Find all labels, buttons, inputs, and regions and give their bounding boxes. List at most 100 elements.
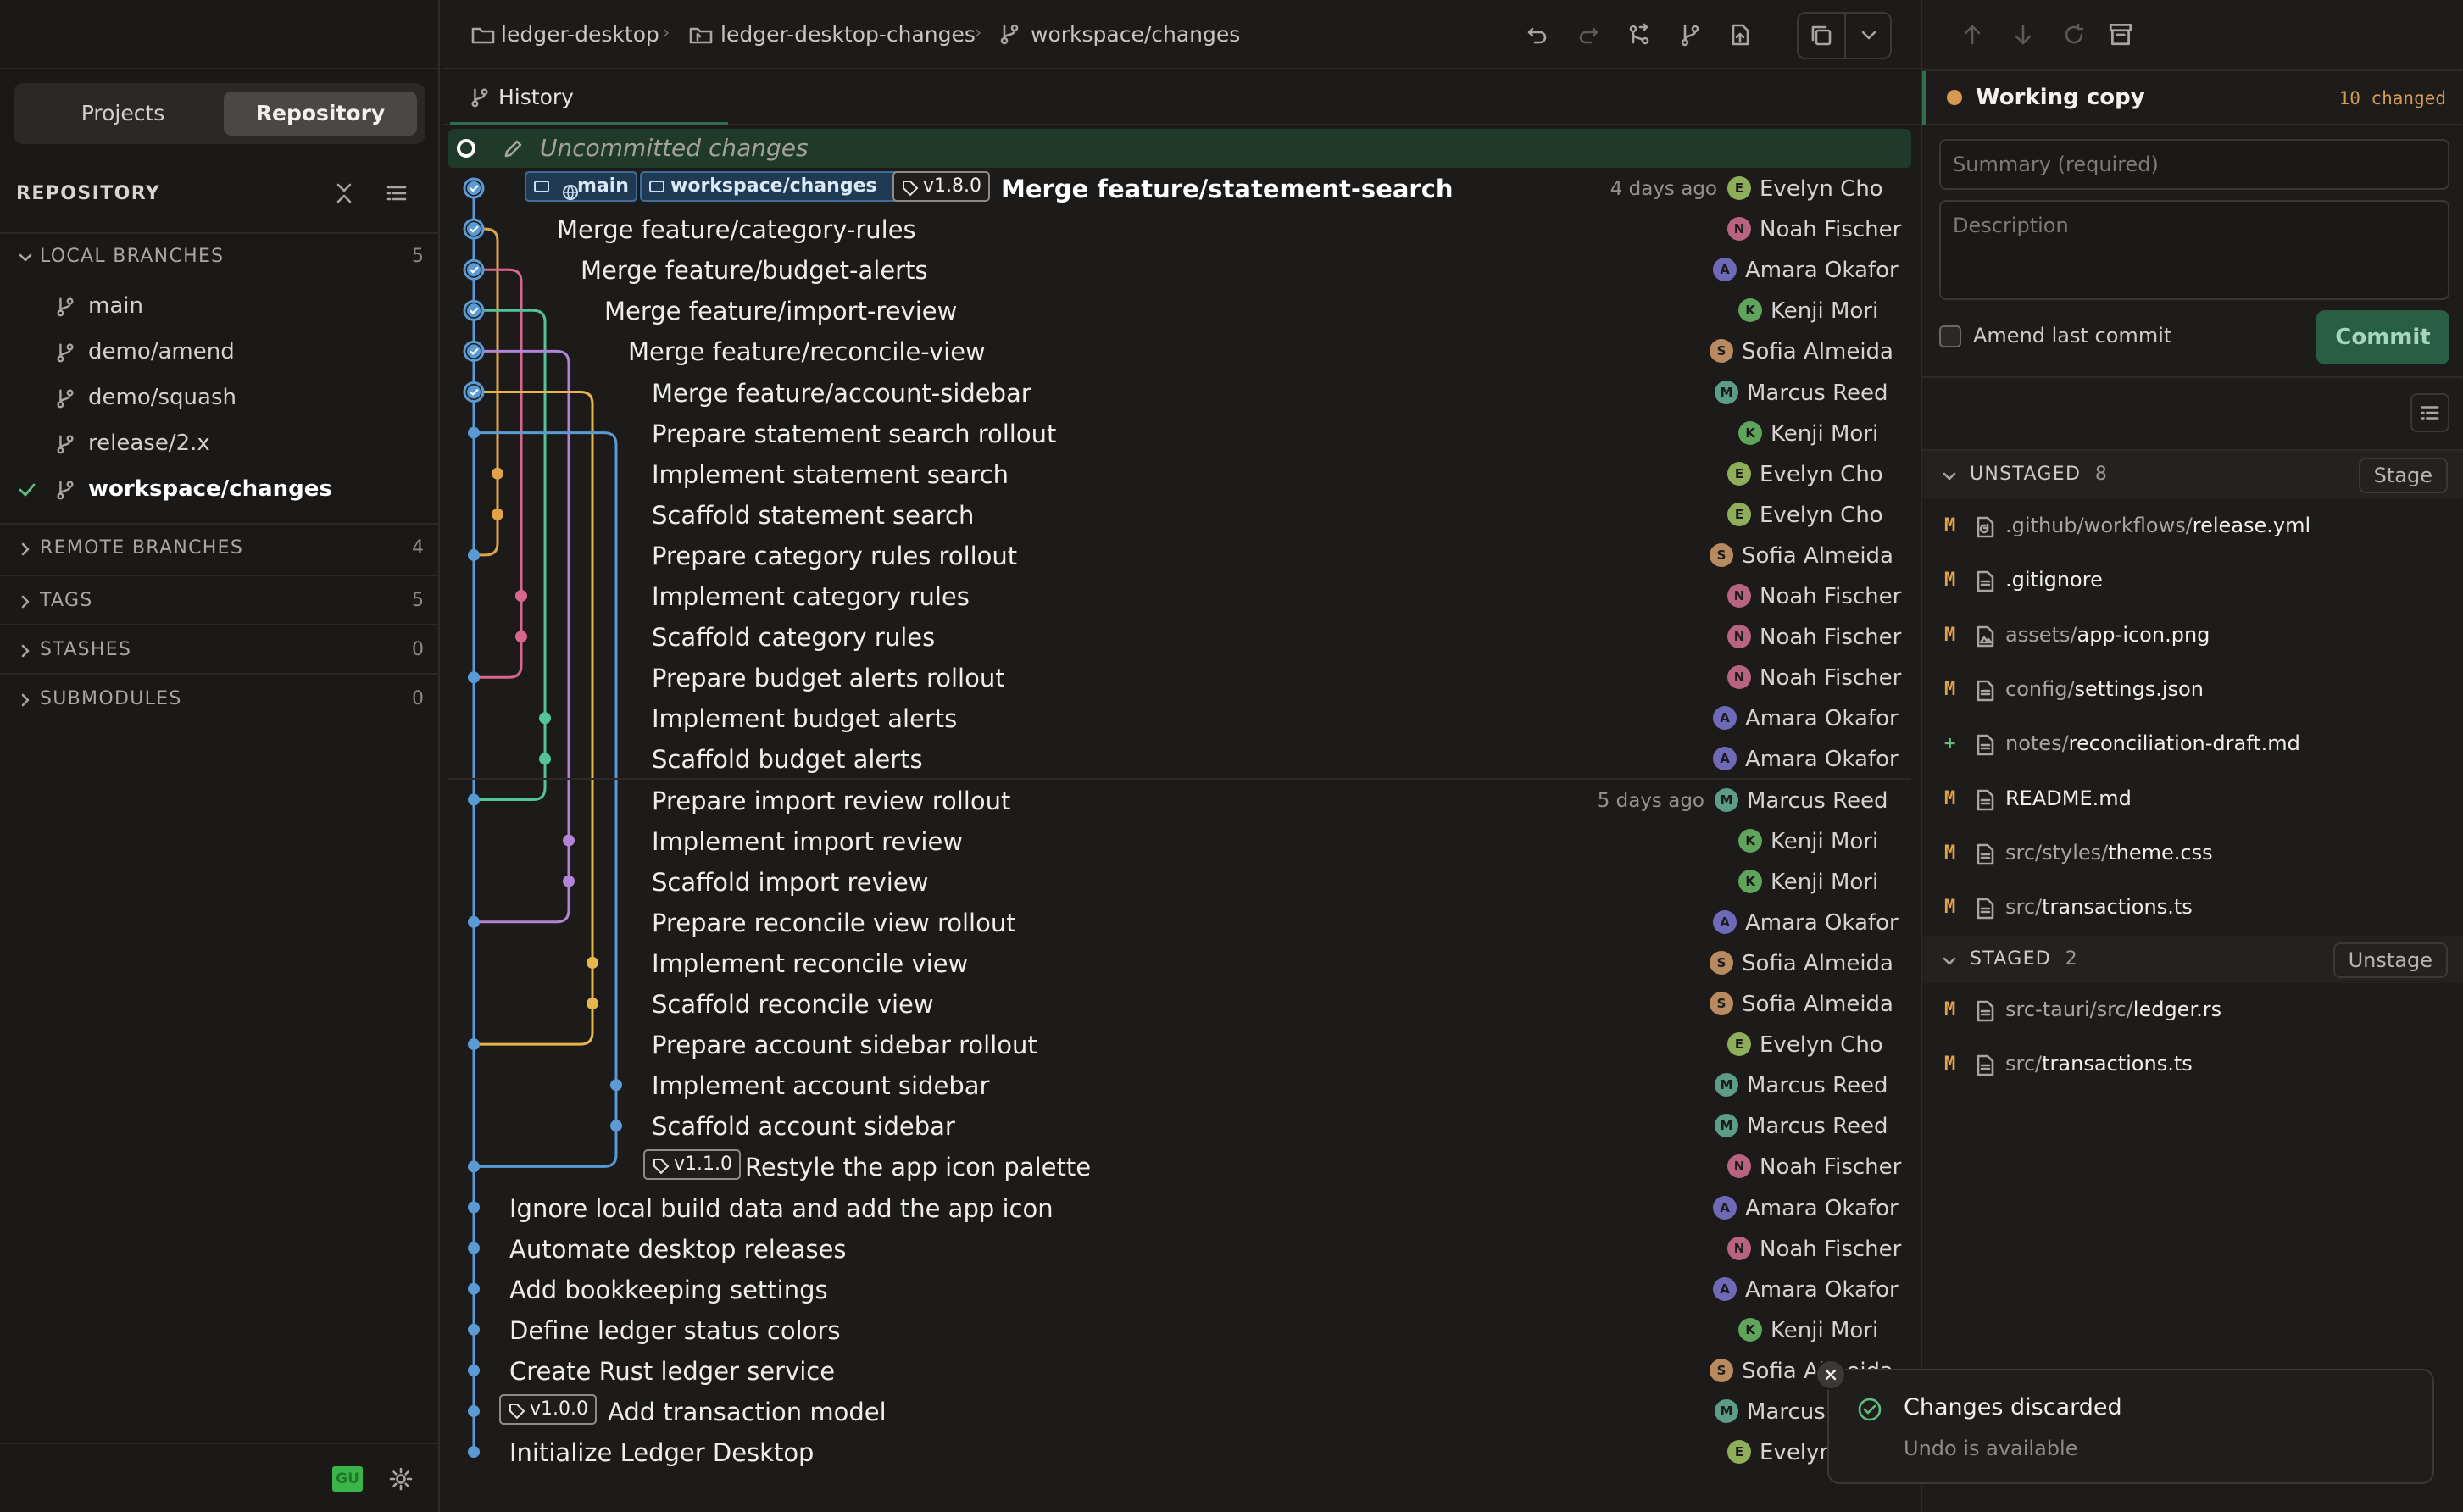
commit-row[interactable]: Merge feature/account-sidebar M Marcus Ree… [442, 372, 1921, 413]
redo-icon[interactable] [1576, 22, 1601, 47]
commit-row[interactable]: Initialize Ledger Desktop E Evelyn Cho [442, 1431, 1921, 1472]
commit-row[interactable]: Implement import review K Kenji Mori [442, 820, 1921, 861]
projects-tab[interactable]: Projects [22, 92, 224, 136]
unstaged-label: UNSTAGED 8 [1970, 464, 2108, 485]
avatar: M [1715, 787, 1738, 812]
file-row[interactable]: Massets/app-icon.png [1922, 610, 2463, 664]
stage-button[interactable]: Stage [2358, 458, 2448, 493]
branch-item[interactable]: workspace/changes [0, 468, 440, 512]
ref-badge-branch[interactable]: workspace/changes [640, 171, 926, 202]
breadcrumb-repo[interactable]: ledger-desktop-changes [720, 22, 976, 47]
toast-close-button[interactable] [1815, 1359, 1846, 1390]
commit-row[interactable]: Ignore local build data and add the app … [442, 1187, 1921, 1228]
uncommitted-changes-row[interactable]: Uncommitted changes [448, 129, 1911, 168]
breadcrumb-project[interactable]: ledger-desktop [501, 22, 659, 47]
copy-icon[interactable] [1809, 23, 1834, 48]
commit-row[interactable]: Prepare category rules rollout S Sofia Alm… [442, 535, 1921, 575]
sidebar-section[interactable]: REMOTE BRANCHES 4 [0, 525, 440, 573]
sidebar-section[interactable]: TAGS 5 [0, 578, 440, 625]
commit-row[interactable]: Define ledger status colors K Kenji Mori [442, 1309, 1921, 1350]
archive-icon[interactable] [2107, 20, 2134, 47]
undo-icon[interactable] [1525, 22, 1550, 47]
commit-row[interactable]: Prepare account sidebar rollout E Evelyn C… [442, 1024, 1921, 1065]
file-dir: notes/ [2005, 731, 2069, 756]
commit-row[interactable]: Implement account sidebar M Marcus Reed [442, 1065, 1921, 1105]
file-row[interactable]: Msrc/transactions.ts [1922, 1039, 2463, 1093]
commit-button[interactable]: Commit [2316, 310, 2449, 364]
commit-row[interactable]: Prepare statement search rollout K Kenji M… [442, 413, 1921, 453]
commit-row[interactable]: Add bookkeeping settings A Amara Okafor [442, 1269, 1921, 1309]
sidebar-section[interactable]: STASHES 0 [0, 627, 440, 675]
file-icon [1975, 843, 1995, 865]
commit-row[interactable]: Scaffold reconcile view S Sofia Almeida [442, 983, 1921, 1024]
file-row[interactable]: Mconfig/settings.json [1922, 664, 2463, 719]
status-badge[interactable]: GU [332, 1466, 363, 1492]
commit-row[interactable]: Scaffold category rules N Noah Fischer [442, 616, 1921, 657]
repository-tab[interactable]: Repository [224, 92, 417, 136]
file-row[interactable]: M .github/workflows/release.yml [1922, 501, 2463, 555]
unstage-button[interactable]: Unstage [2332, 942, 2448, 978]
ref-badge-main[interactable]: main [525, 171, 637, 202]
commit-row[interactable]: Scaffold import review K Kenji Mori [442, 861, 1921, 902]
sidebar-section[interactable]: SUBMODULES 0 [0, 676, 440, 724]
commit-row[interactable]: Implement budget alerts A Amara Okafor [442, 698, 1921, 738]
avatar: A [1713, 1276, 1737, 1301]
commit-row[interactable]: Prepare budget alerts rollout N Noah Fisch… [442, 657, 1921, 698]
commit-row[interactable]: Create Rust ledger serviceSSofia Almeida [442, 1350, 1921, 1391]
file-row[interactable]: Msrc/transactions.ts [1922, 882, 2463, 937]
commit-row[interactable]: Implement category rules N Noah Fischer [442, 575, 1921, 616]
chevron-down-icon[interactable] [1858, 25, 1880, 47]
collapse-all-icon[interactable] [332, 181, 356, 205]
stash-icon[interactable] [1727, 22, 1753, 47]
commit-row[interactable]: Implement statement search E Evelyn Cho [442, 453, 1921, 494]
commit-row[interactable]: Merge feature/import-review K Kenji Mori [442, 290, 1921, 331]
commit-row[interactable]: Prepare import review rollout 5 days ago M… [442, 780, 1921, 820]
unstaged-header[interactable]: UNSTAGED 8 Stage [1922, 451, 2463, 498]
file-row[interactable]: Msrc/styles/theme.css [1922, 828, 2463, 882]
commit-row[interactable]: Automate desktop releases N Noah Fischer [442, 1228, 1921, 1269]
commit-row[interactable]: Scaffold budget alerts A Amara Okafor [442, 738, 1921, 779]
summary-input[interactable]: Summary (required) [1939, 139, 2449, 190]
working-copy-panel: Working copy 10 changed Summary (require… [1921, 0, 2463, 1512]
file-row[interactable]: Msrc-tauri/src/ledger.rs [1922, 985, 2463, 1039]
arrow-down-icon[interactable] [2010, 22, 2036, 47]
view-options-button[interactable] [2410, 393, 2449, 432]
file-row[interactable]: M README.md [1922, 774, 2463, 828]
tag-badge[interactable]: v1.0.0 [499, 1394, 597, 1425]
amend-checkbox[interactable] [1939, 325, 1961, 347]
tab-history[interactable]: History [450, 71, 728, 125]
tag-badge[interactable]: v1.8.0 [892, 171, 990, 202]
tag-badge[interactable]: v1.1.0 [643, 1149, 741, 1181]
branch-icon [54, 342, 76, 364]
commit-row[interactable]: Implement reconcile view S Sofia Almeida [442, 942, 1921, 983]
commit-row[interactable]: main workspace/changes v1.8.0 Merge feature… [442, 168, 1921, 208]
commit-row[interactable]: v1.1.0 Restyle the app icon palette N Noah … [442, 1146, 1921, 1187]
commit-message: Merge feature/budget-alerts [581, 256, 928, 286]
working-copy-header[interactable]: Working copy 10 changed [1922, 71, 2463, 125]
merge-icon[interactable] [1626, 22, 1652, 47]
tree-view-icon[interactable] [385, 181, 409, 205]
commit-row[interactable]: Merge feature/category-rules N Noah Fische… [442, 208, 1921, 249]
breadcrumb-branch[interactable]: workspace/changes [1031, 22, 1240, 47]
file-row[interactable]: + notes/reconciliation-draft.md [1922, 719, 2463, 773]
refresh-icon[interactable] [2061, 22, 2087, 47]
branch-item[interactable]: release/2.x [0, 422, 440, 466]
uncommitted-label: Uncommitted changes [540, 134, 809, 162]
commit-row[interactable]: Merge feature/budget-alerts A Amara Okafor [442, 249, 1921, 290]
commit-row[interactable]: Prepare reconcile view rollout A Amara Oka… [442, 902, 1921, 942]
branch-item[interactable]: demo/amend [0, 331, 440, 375]
new-branch-icon[interactable] [1677, 22, 1703, 47]
commit-row[interactable]: Scaffold statement search E Evelyn Cho [442, 494, 1921, 535]
staged-header[interactable]: STAGED 2 Unstage [1922, 936, 2463, 983]
branch-item[interactable]: demo/squash [0, 376, 440, 420]
local-branches-header[interactable]: LOCAL BRANCHES 5 [0, 234, 440, 281]
branch-item[interactable]: main [0, 285, 440, 329]
file-row[interactable]: M .gitignore [1922, 555, 2463, 609]
arrow-up-icon[interactable] [1960, 22, 1985, 47]
commit-row[interactable]: Scaffold account sidebar M Marcus Reed [442, 1105, 1921, 1146]
description-input[interactable]: Description [1939, 200, 2449, 300]
file-status: M [1944, 624, 1956, 646]
commit-row[interactable]: v1.0.0 Add transaction model M Marcus Reed [442, 1391, 1921, 1431]
gear-icon[interactable] [388, 1466, 414, 1492]
commit-row[interactable]: Merge feature/reconcile-view S Sofia Almei… [442, 331, 1921, 371]
